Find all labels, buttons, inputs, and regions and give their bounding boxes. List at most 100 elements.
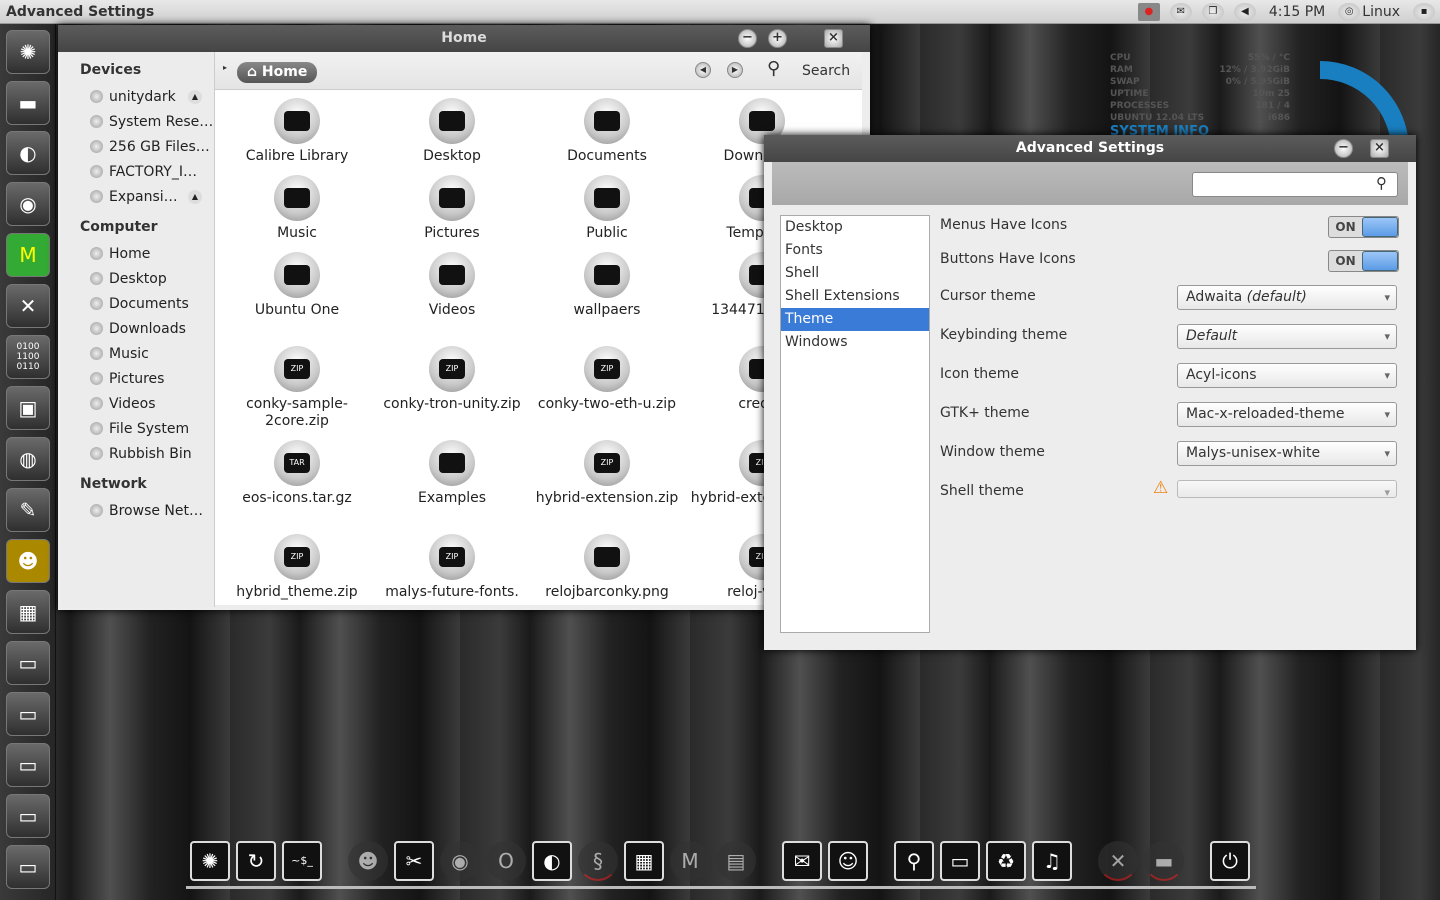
- eject-icon[interactable]: ▲: [188, 189, 202, 204]
- file-item[interactable]: ZIP hybrid_theme.zip: [222, 534, 372, 601]
- file-item[interactable]: Ubuntu One: [222, 252, 372, 319]
- sidebar-item[interactable]: FACTORY_I…: [62, 159, 214, 184]
- search-icon[interactable]: ⚲: [767, 58, 780, 79]
- file-item[interactable]: TAR eos-icons.tar.gz: [222, 440, 372, 507]
- file-item[interactable]: Documents: [532, 98, 682, 165]
- category-windows[interactable]: Windows: [781, 331, 929, 354]
- file-item[interactable]: wallpaers: [532, 252, 682, 319]
- close-button[interactable]: ×: [824, 29, 843, 48]
- files-app-icon[interactable]: ▬: [6, 81, 50, 125]
- workspace-switcher-icon[interactable]: ▦: [6, 590, 50, 634]
- files-titlebar[interactable]: Home − + ×: [58, 25, 870, 52]
- search-button[interactable]: Search: [802, 63, 850, 79]
- file-item[interactable]: ZIP conky-tron-unity.zip: [377, 346, 527, 413]
- contacts-icon[interactable]: ☺: [828, 841, 868, 881]
- file-item[interactable]: Calibre Library: [222, 98, 372, 165]
- theme-dropdown[interactable]: Acyl-icons: [1177, 363, 1397, 388]
- mailbox-icon[interactable]: ◍: [6, 437, 50, 481]
- session-icon[interactable]: ▪: [1413, 2, 1435, 21]
- eject-icon[interactable]: ▲: [188, 89, 202, 104]
- power-icon[interactable]: ⏻: [1210, 841, 1250, 881]
- gimp-icon[interactable]: ☻: [6, 539, 50, 583]
- user-icon[interactable]: ◎: [1338, 2, 1361, 21]
- sidebar-item[interactable]: Music: [62, 341, 214, 366]
- back-button[interactable]: ◀: [695, 62, 711, 78]
- close-button[interactable]: ×: [1370, 139, 1389, 158]
- music-icon[interactable]: ♫: [1032, 841, 1072, 881]
- file-item[interactable]: ZIP hybrid-extension.zip: [532, 440, 682, 507]
- category-fonts[interactable]: Fonts: [781, 239, 929, 262]
- sidebar-item[interactable]: Browse Net…: [62, 498, 214, 523]
- search-input[interactable]: [1192, 172, 1398, 197]
- file-item[interactable]: Videos: [377, 252, 527, 319]
- minimize-button[interactable]: −: [1334, 139, 1353, 158]
- theme-dropdown[interactable]: Mac-x-reloaded-theme: [1177, 402, 1397, 427]
- theme-dropdown[interactable]: Malys-unisex-white: [1177, 441, 1397, 466]
- windows-icon[interactable]: ❐: [1201, 2, 1224, 21]
- forward-button[interactable]: ▶: [727, 62, 743, 78]
- maximize-button[interactable]: +: [768, 29, 787, 48]
- sidebar-item[interactable]: unitydark ▲: [62, 84, 214, 109]
- firefox-icon[interactable]: ◐: [6, 131, 50, 175]
- theme-dropdown[interactable]: Default: [1177, 324, 1397, 349]
- dragon-icon[interactable]: §: [578, 841, 618, 881]
- sidebar-item[interactable]: Videos: [62, 391, 214, 416]
- settings-tools-icon[interactable]: ✕: [6, 284, 50, 328]
- app-icon[interactable]: ☻: [348, 841, 388, 881]
- sidebar-item[interactable]: Documents: [62, 291, 214, 316]
- sidebar-item[interactable]: File System: [62, 416, 214, 441]
- binary-app-icon[interactable]: 0100 1100 0110: [6, 335, 50, 379]
- sidebar-item[interactable]: Rubbish Bin: [62, 441, 214, 466]
- trash-icon[interactable]: ♻: [986, 841, 1026, 881]
- minimize-button[interactable]: −: [738, 29, 757, 48]
- gimp-icon[interactable]: ✂: [394, 841, 434, 881]
- category-desktop[interactable]: Desktop: [781, 216, 929, 239]
- sidebar-item[interactable]: Pictures: [62, 366, 214, 391]
- theme-dropdown[interactable]: Adwaita (default): [1177, 285, 1397, 310]
- drive-icon[interactable]: ▭: [6, 692, 50, 736]
- drive-icon[interactable]: ▭: [6, 794, 50, 838]
- dash-icon[interactable]: ✺: [6, 30, 50, 74]
- user-name[interactable]: Linux: [1362, 4, 1400, 20]
- toggle-switch[interactable]: ON: [1328, 216, 1399, 238]
- monitor-icon[interactable]: ▭: [940, 841, 980, 881]
- clock[interactable]: 4:15 PM: [1269, 4, 1325, 20]
- file-item[interactable]: ZIP conky-sample-2core.zip: [222, 346, 372, 430]
- drive-icon[interactable]: ▭: [6, 641, 50, 685]
- m-app-icon[interactable]: M: [670, 841, 710, 881]
- file-item[interactable]: Music: [222, 175, 372, 242]
- toggle-knob[interactable]: [1362, 251, 1398, 271]
- file-item[interactable]: Public: [532, 175, 682, 242]
- file-item[interactable]: Desktop: [377, 98, 527, 165]
- opera-icon[interactable]: O: [486, 841, 526, 881]
- mail-icon[interactable]: ✉: [782, 841, 822, 881]
- sidebar-item[interactable]: Home: [62, 241, 214, 266]
- sidebar-item[interactable]: Downloads: [62, 316, 214, 341]
- file-item[interactable]: ZIP conky-two-eth-u.zip: [532, 346, 682, 413]
- firefox-icon[interactable]: ◐: [532, 841, 572, 881]
- volume-icon[interactable]: ◀: [1233, 2, 1256, 21]
- drive-icon[interactable]: ▭: [6, 743, 50, 787]
- ubuntu-icon[interactable]: ✺: [190, 841, 230, 881]
- sidebar-item[interactable]: 256 GB Files…: [62, 134, 214, 159]
- category-shell[interactable]: Shell: [781, 262, 929, 285]
- sidebar-item[interactable]: Expansi… ▲: [62, 184, 214, 209]
- breadcrumb-arrow-icon[interactable]: ▸: [223, 63, 227, 72]
- chrome-icon[interactable]: ◉: [6, 182, 50, 226]
- x-app-icon[interactable]: ✕: [1098, 841, 1138, 881]
- terminal-icon[interactable]: ~$_: [282, 841, 322, 881]
- chrome-icon[interactable]: ◉: [440, 841, 480, 881]
- toggle-switch[interactable]: ON: [1328, 250, 1399, 272]
- m-app-icon[interactable]: M: [6, 233, 50, 277]
- mail-icon[interactable]: ✉: [1169, 2, 1192, 21]
- theme-dropdown[interactable]: [1177, 480, 1397, 504]
- sidebar-item[interactable]: System Rese…: [62, 109, 214, 134]
- drive-icon[interactable]: ▭: [6, 845, 50, 889]
- file-item[interactable]: Pictures: [377, 175, 527, 242]
- document-icon[interactable]: ▤: [716, 841, 756, 881]
- file-item[interactable]: Examples: [377, 440, 527, 507]
- app-icon[interactable]: ▣: [6, 386, 50, 430]
- calculator-icon[interactable]: ▦: [624, 841, 664, 881]
- inkscape-icon[interactable]: ✎: [6, 488, 50, 532]
- file-item[interactable]: ZIP malys-future-fonts.: [377, 534, 527, 601]
